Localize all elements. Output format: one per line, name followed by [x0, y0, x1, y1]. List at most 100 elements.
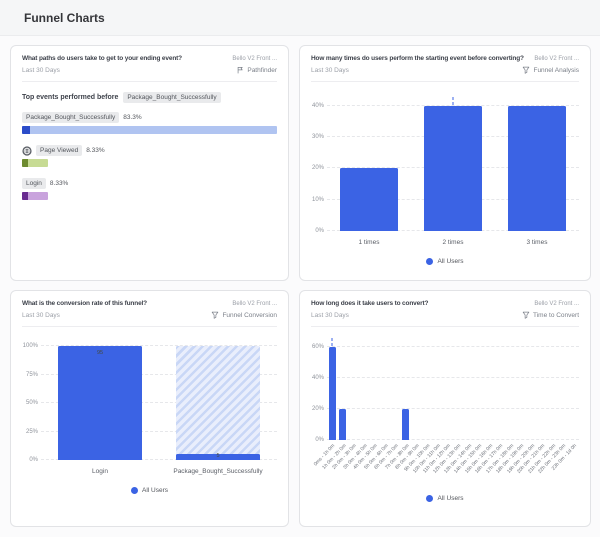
report-title[interactable]: How long does it take users to convert?: [311, 300, 528, 307]
date-range-label: Last 30 Days: [22, 312, 60, 319]
bar-slot: [411, 338, 422, 440]
page-title: Funnel Charts: [24, 11, 105, 25]
pathfinder-bar[interactable]: [22, 126, 277, 134]
event-tag[interactable]: Page Viewed: [36, 145, 82, 156]
bar-slot: [485, 338, 496, 440]
card-header: What paths do users take to get to your …: [22, 55, 277, 82]
y-axis: 0%10%20%30%40%: [311, 93, 327, 231]
pathfinder-bar-leading-segment: [22, 192, 28, 200]
pathfinder-bar-leading-segment: [22, 126, 30, 134]
page-header: Funnel Charts: [0, 0, 600, 36]
pathfinder-chart: Top events performed before Package_Boug…: [22, 89, 277, 211]
pathfinder-row: Package_Bought_Successfully 83.3%: [22, 112, 277, 134]
report-source-link[interactable]: Bello V2 Front ...: [534, 56, 579, 62]
x-axis-tick: 3 times: [495, 231, 579, 249]
x-axis-label: Package_Bought_Successfully: [173, 468, 262, 475]
event-tag[interactable]: Login: [22, 178, 46, 189]
report-type-badge: Time to Convert: [522, 311, 579, 319]
report-source-link[interactable]: Bello V2 Front ...: [232, 301, 277, 307]
bar[interactable]: [329, 347, 336, 440]
report-source-link[interactable]: Bello V2 Front ...: [232, 56, 277, 62]
x-axis-tick: 2 times: [411, 231, 495, 249]
funnel-analysis-chart: 0%10%20%30%40% 1 times2 times3 times All…: [311, 93, 579, 272]
bar[interactable]: [340, 168, 397, 231]
bar-slot: 5: [159, 338, 277, 460]
cards-grid: What paths do users take to get to your …: [0, 36, 600, 537]
pathfinder-bar[interactable]: [22, 159, 48, 167]
y-axis-tick: 40%: [312, 375, 324, 381]
x-axis-label: 1 times: [359, 239, 380, 246]
y-axis-tick: 50%: [26, 400, 38, 406]
y-axis-tick: 75%: [26, 372, 38, 378]
y-axis-tick: 0%: [315, 437, 324, 443]
y-axis-tick: 10%: [312, 197, 324, 203]
hatched-bar[interactable]: [176, 346, 261, 460]
report-card-funnel-analysis: How many times do users perform the star…: [299, 45, 591, 281]
y-axis-tick: 0%: [315, 228, 324, 234]
x-axis-labels: 0ms - 1h 0m1h 0m - 2h 0m2h 0m - 3h 0m3h …: [327, 440, 579, 486]
bar-slot: [348, 338, 359, 440]
bar-slot: [390, 338, 401, 440]
pathfinder-row-head: Package_Bought_Successfully 83.3%: [22, 112, 277, 123]
report-title[interactable]: What is the conversion rate of this funn…: [22, 300, 226, 307]
event-percentage: 83.3%: [123, 114, 141, 121]
bar-slot: [443, 338, 454, 440]
ending-event-tag[interactable]: Package_Bought_Successfully: [123, 92, 220, 103]
pathfinder-row: Page Viewed 8.33%: [22, 145, 277, 167]
legend-dot-icon: [426, 495, 433, 502]
funnel-conversion-chart: 0%25%50%75%100% 955 LoginPackage_Bought_…: [22, 338, 277, 518]
report-type-label: Pathfinder: [247, 67, 277, 74]
bar-slots: [327, 93, 579, 231]
bar-slot: [327, 338, 338, 440]
report-title[interactable]: What paths do users take to get to your …: [22, 55, 226, 62]
report-type-label: Time to Convert: [533, 312, 579, 319]
x-axis-tick: 23h 0m - 1d 0h: [569, 440, 580, 486]
time-to-convert-chart: 0%20%40%60% 0ms - 1h 0m1h 0m - 2h 0m2h 0…: [311, 338, 579, 518]
bar-slot: [369, 338, 380, 440]
bar-slot: [359, 338, 370, 440]
y-axis: 0%25%50%75%100%: [22, 338, 41, 460]
bar-slot: [516, 338, 527, 440]
bar-annotation-marker: [332, 338, 333, 346]
bar-annotation-marker: [453, 97, 454, 105]
legend-item-all-users[interactable]: All Users: [311, 258, 579, 265]
bar-slot: [527, 338, 538, 440]
x-axis-label: 3 times: [527, 239, 548, 246]
bar-slot: [548, 338, 559, 440]
event-tag[interactable]: Package_Bought_Successfully: [22, 112, 119, 123]
report-type-label: Funnel Analysis: [533, 67, 579, 74]
y-axis-tick: 100%: [23, 343, 38, 349]
event-percentage: 8.33%: [86, 147, 104, 154]
pathfinder-bar[interactable]: [22, 192, 48, 200]
bar-slot: [401, 338, 412, 440]
pathfinder-icon: [236, 66, 244, 74]
bar-slot: [411, 93, 495, 231]
bar[interactable]: [339, 409, 346, 440]
bar[interactable]: [402, 409, 409, 440]
funnel-icon: [522, 66, 530, 74]
report-title[interactable]: How many times do users perform the star…: [311, 55, 528, 62]
plot-area: 955: [41, 338, 277, 460]
bar-slot: [453, 338, 464, 440]
card-header: What is the conversion rate of this funn…: [22, 300, 277, 327]
y-axis-tick: 40%: [312, 103, 324, 109]
legend-dot-icon: [426, 258, 433, 265]
bar-slot: [558, 338, 569, 440]
globe-icon: [22, 146, 32, 156]
y-axis-tick: 20%: [312, 406, 324, 412]
x-axis-label: Login: [92, 468, 108, 475]
y-axis-tick: 0%: [29, 457, 38, 463]
legend-item-all-users[interactable]: All Users: [22, 487, 277, 494]
report-type-label: Funnel Conversion: [222, 312, 277, 319]
report-source-link[interactable]: Bello V2 Front ...: [534, 301, 579, 307]
legend-label: All Users: [437, 258, 463, 265]
bar-slot: [327, 93, 411, 231]
funnel-icon: [522, 311, 530, 319]
legend-item-all-users[interactable]: All Users: [311, 495, 579, 502]
date-range-label: Last 30 Days: [22, 67, 60, 74]
bar-slot: 95: [41, 338, 159, 460]
bar[interactable]: [508, 106, 565, 231]
bar[interactable]: [58, 346, 143, 460]
legend-label: All Users: [437, 495, 463, 502]
bar[interactable]: [424, 106, 481, 231]
